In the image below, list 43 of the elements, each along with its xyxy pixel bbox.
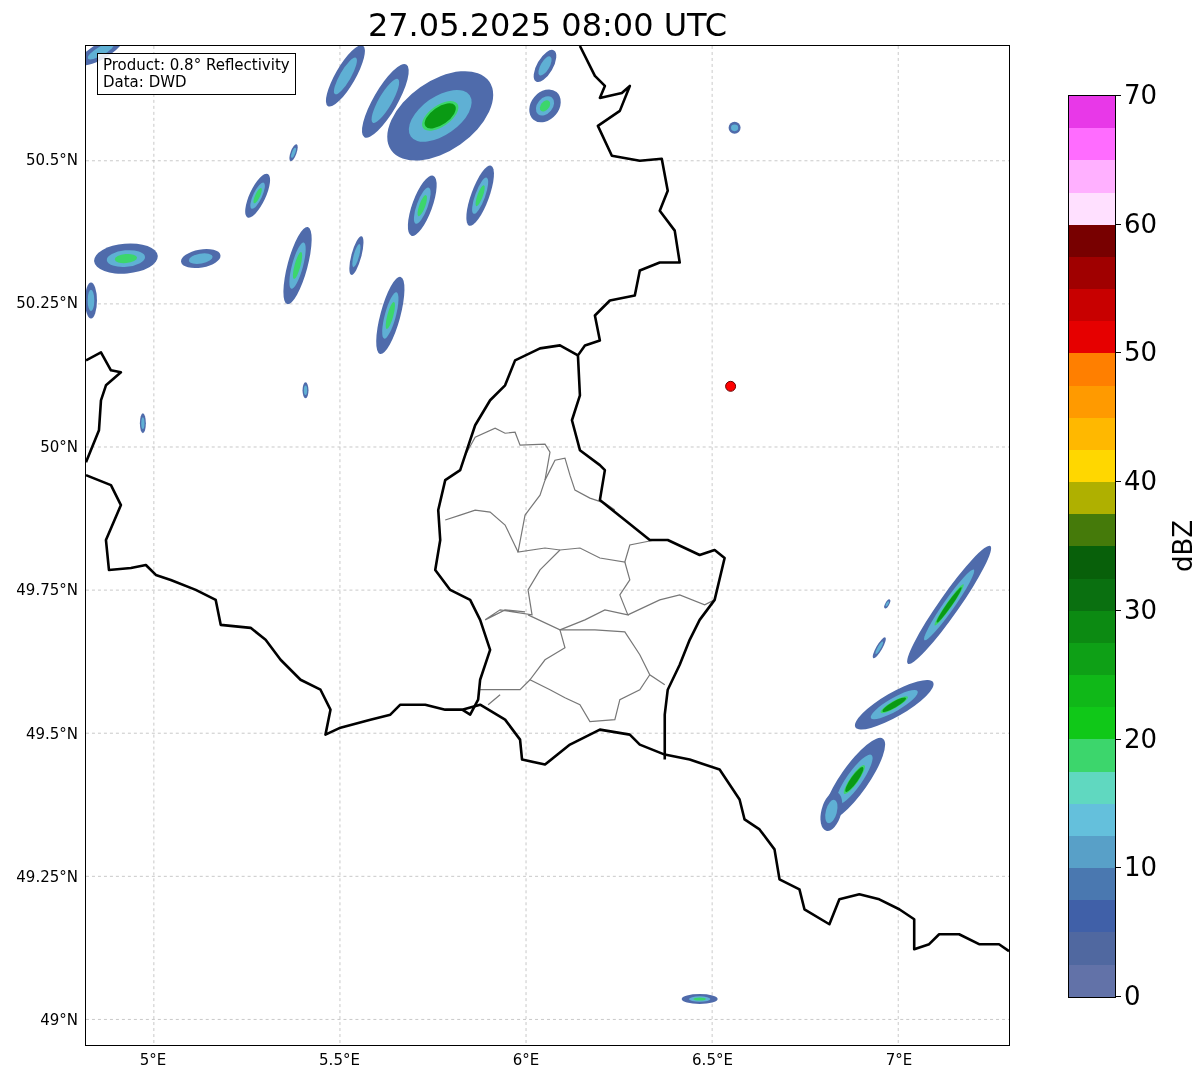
legend-text: Data: DWD bbox=[103, 74, 188, 91]
radar-echo bbox=[872, 637, 886, 659]
colorbar-tick-label: 70 bbox=[1124, 80, 1158, 110]
colorbar-tick-label: 40 bbox=[1124, 466, 1158, 497]
chart-title: 27.05.2025 08:00 UTC bbox=[367, 5, 728, 45]
radar-echo bbox=[529, 89, 561, 123]
latitude-label: 49.5°N bbox=[25, 724, 78, 743]
colorbar-tick-label: 10 bbox=[1124, 852, 1158, 883]
radar-echo bbox=[884, 599, 891, 609]
colorbar-label: dBZ bbox=[1168, 519, 1198, 572]
latitude-label: 50.5°N bbox=[25, 151, 78, 169]
longitude-label: 5.5°E bbox=[319, 1051, 360, 1069]
latitude-label: 49°N bbox=[40, 1011, 78, 1030]
longitude-label: 6.5°E bbox=[692, 1051, 733, 1069]
radar-echo bbox=[728, 121, 741, 134]
longitude-label: 5°E bbox=[139, 1051, 167, 1069]
longitude-label: 7°E bbox=[885, 1051, 913, 1069]
colorbar-tick-label: 0 bbox=[1124, 981, 1141, 1011]
colorbar-tick-label: 30 bbox=[1124, 594, 1158, 625]
radar-echo bbox=[302, 382, 309, 399]
region-border bbox=[487, 694, 501, 706]
radar-echo bbox=[349, 236, 364, 275]
radar-echo bbox=[94, 243, 158, 274]
radar-echo bbox=[289, 144, 298, 162]
location-marker bbox=[725, 380, 737, 392]
radar-echo bbox=[326, 45, 365, 107]
radar-echo bbox=[407, 175, 437, 236]
latitude-label: 49.75°N bbox=[16, 581, 78, 600]
radar-echo bbox=[533, 49, 557, 82]
radar-echo bbox=[85, 282, 97, 319]
radar-echo bbox=[681, 994, 718, 1005]
radar-echo bbox=[139, 413, 146, 434]
radar-echo bbox=[466, 165, 494, 226]
latitude-label: 50°N bbox=[40, 437, 78, 456]
radar-echo bbox=[245, 173, 271, 218]
colorbar-tick-label: 20 bbox=[1124, 723, 1158, 754]
latitude-label: 49.25°N bbox=[16, 868, 78, 886]
colorbar-tick-label: 60 bbox=[1124, 208, 1158, 239]
latitude-label: 50.25°N bbox=[16, 294, 78, 313]
legend-text: Product: 0.8° Reflectivity bbox=[103, 57, 290, 74]
radar-echo bbox=[181, 249, 221, 269]
colorbar-tick-label: 50 bbox=[1124, 337, 1158, 368]
longitude-label: 6°E bbox=[512, 1051, 540, 1069]
